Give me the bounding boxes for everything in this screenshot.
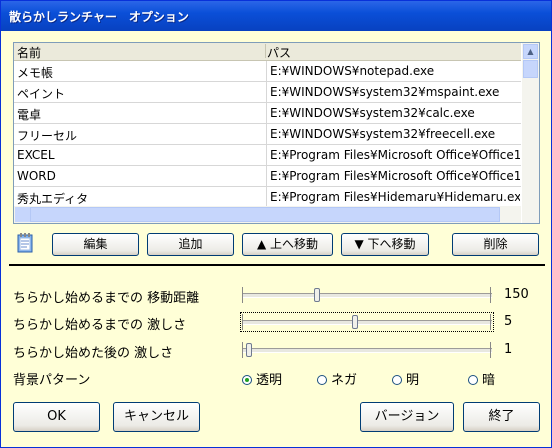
list-item-name: ペイント: [17, 87, 66, 101]
slider-track: [242, 293, 492, 298]
list-item-path: E:¥WINDOWS¥notepad.exe: [270, 64, 435, 78]
intensity-after-label: ちらかし始めた後の 激しさ: [13, 346, 174, 361]
distance-label: ちらかし始めるまでの 移動距離: [13, 291, 200, 306]
distance-value: 150: [504, 287, 529, 302]
distance-slider-thumb[interactable]: [314, 288, 320, 302]
radio-label: 暗: [482, 373, 496, 388]
list-item-path: E:¥Program Files¥Hidemaru¥Hidemaru.exe: [270, 190, 520, 204]
slider-tick: [490, 287, 492, 303]
vertical-scrollbar[interactable]: ▲: [522, 43, 539, 223]
add-button[interactable]: 追加: [147, 233, 234, 256]
list-item-path: E:¥WINDOWS¥system32¥freecell.exe: [270, 127, 496, 141]
radio-bright[interactable]: 明: [392, 369, 419, 388]
window-title: 散らかしランチャー オプション: [9, 10, 189, 24]
column-gridline: [266, 166, 267, 186]
version-button[interactable]: バージョン: [360, 402, 454, 432]
slider-tick: [242, 314, 244, 330]
list-item-path: E:¥Program Files¥Microsoft Office¥Office…: [270, 169, 520, 183]
column-gridline: [266, 145, 267, 165]
column-header-name[interactable]: 名前: [17, 44, 265, 60]
radio-dot[interactable]: [317, 374, 327, 385]
list-item[interactable]: WORD E:¥Program Files¥Microsoft Office¥Of…: [14, 166, 521, 187]
column-gridline: [266, 61, 267, 81]
radio-dot[interactable]: [468, 374, 478, 385]
list-item-name: メモ帳: [17, 66, 54, 80]
title-bar[interactable]: 散らかしランチャー オプション: [1, 1, 551, 31]
horizontal-scrollbar[interactable]: [14, 206, 521, 223]
list-item-name: WORD: [17, 169, 56, 183]
list-item[interactable]: ペイント E:¥WINDOWS¥system32¥mspaint.exe: [14, 82, 521, 103]
intensity-before-value: 5: [504, 314, 513, 329]
list-rows: メモ帳 E:¥WINDOWS¥notepad.exe ペイント E:¥WINDOWS¥…: [14, 61, 521, 223]
distance-slider[interactable]: [242, 287, 492, 303]
column-gridline: [266, 187, 267, 207]
list-item-path: E:¥WINDOWS¥system32¥calc.exe: [270, 106, 475, 120]
list-item-name: フリーセル: [17, 129, 78, 143]
edit-button[interactable]: 編集: [52, 233, 139, 256]
divider: [9, 264, 545, 266]
radio-dot[interactable]: [392, 374, 402, 385]
options-window: 散らかしランチャー オプション 名前 パス メモ帳 E:¥WINDOWS¥note…: [0, 0, 552, 448]
radio-label: ネガ: [331, 373, 358, 388]
radio-label: 透明: [256, 373, 283, 388]
move-down-button[interactable]: ▼ 下へ移動: [341, 233, 429, 256]
scroll-up-icon[interactable]: ▲: [523, 44, 538, 59]
list-item[interactable]: フリーセル E:¥WINDOWS¥system32¥freecell.exe: [14, 124, 521, 145]
column-header-path[interactable]: パス: [267, 44, 517, 60]
list-item[interactable]: メモ帳 E:¥WINDOWS¥notepad.exe: [14, 61, 521, 82]
slider-tick: [490, 342, 492, 358]
exit-button[interactable]: 終了: [463, 402, 540, 432]
horizontal-scroll-thumb[interactable]: [30, 207, 500, 222]
column-gridline: [266, 124, 267, 144]
list-header: 名前 パス: [14, 43, 521, 61]
list-item-name: 秀丸エディタ: [17, 192, 89, 206]
intensity-before-label: ちらかし始めるまでの 激しさ: [13, 318, 187, 333]
delete-button[interactable]: 削除: [452, 233, 539, 256]
notepad-icon: [17, 233, 33, 253]
cancel-button[interactable]: キャンセル: [113, 402, 200, 432]
column-gridline: [266, 103, 267, 123]
slider-tick: [490, 314, 492, 330]
column-gridline: [266, 82, 267, 102]
radio-dark[interactable]: 暗: [468, 369, 495, 388]
list-item[interactable]: 電卓 E:¥WINDOWS¥system32¥calc.exe: [14, 103, 521, 124]
list-item[interactable]: EXCEL E:¥Program Files¥Microsoft Office¥O…: [14, 145, 521, 166]
background-label: 背景パターン: [13, 373, 91, 388]
radio-transparent[interactable]: 透明: [242, 369, 282, 388]
intensity-after-slider[interactable]: [242, 342, 492, 358]
radio-negative[interactable]: ネガ: [317, 369, 357, 388]
radio-label: 明: [406, 373, 420, 388]
intensity-before-slider[interactable]: [240, 312, 494, 332]
ok-button[interactable]: OK: [13, 402, 100, 432]
move-up-button[interactable]: ▲ 上へ移動: [242, 233, 333, 256]
scroll-left-icon[interactable]: [15, 207, 30, 222]
intensity-after-value: 1: [504, 342, 513, 357]
list-item-name: 電卓: [17, 108, 42, 122]
radio-dot[interactable]: [242, 374, 252, 385]
intensity-before-slider-thumb[interactable]: [352, 315, 358, 329]
launcher-list[interactable]: 名前 パス メモ帳 E:¥WINDOWS¥notepad.exe ペイント E:¥WI…: [13, 42, 540, 224]
slider-track: [242, 348, 492, 353]
list-item-path: E:¥WINDOWS¥system32¥mspaint.exe: [270, 85, 500, 99]
list-item-path: E:¥Program Files¥Microsoft Office¥Office…: [270, 148, 520, 162]
list-item[interactable]: 秀丸エディタ E:¥Program Files¥Hidemaru¥Hidemaru…: [14, 187, 521, 208]
column-separator: [265, 44, 266, 58]
slider-track: [242, 320, 492, 325]
slider-tick: [242, 342, 244, 358]
intensity-after-slider-thumb[interactable]: [246, 343, 252, 357]
scroll-thumb[interactable]: [523, 60, 538, 78]
slider-tick: [242, 287, 244, 303]
list-item-name: EXCEL: [17, 148, 55, 162]
